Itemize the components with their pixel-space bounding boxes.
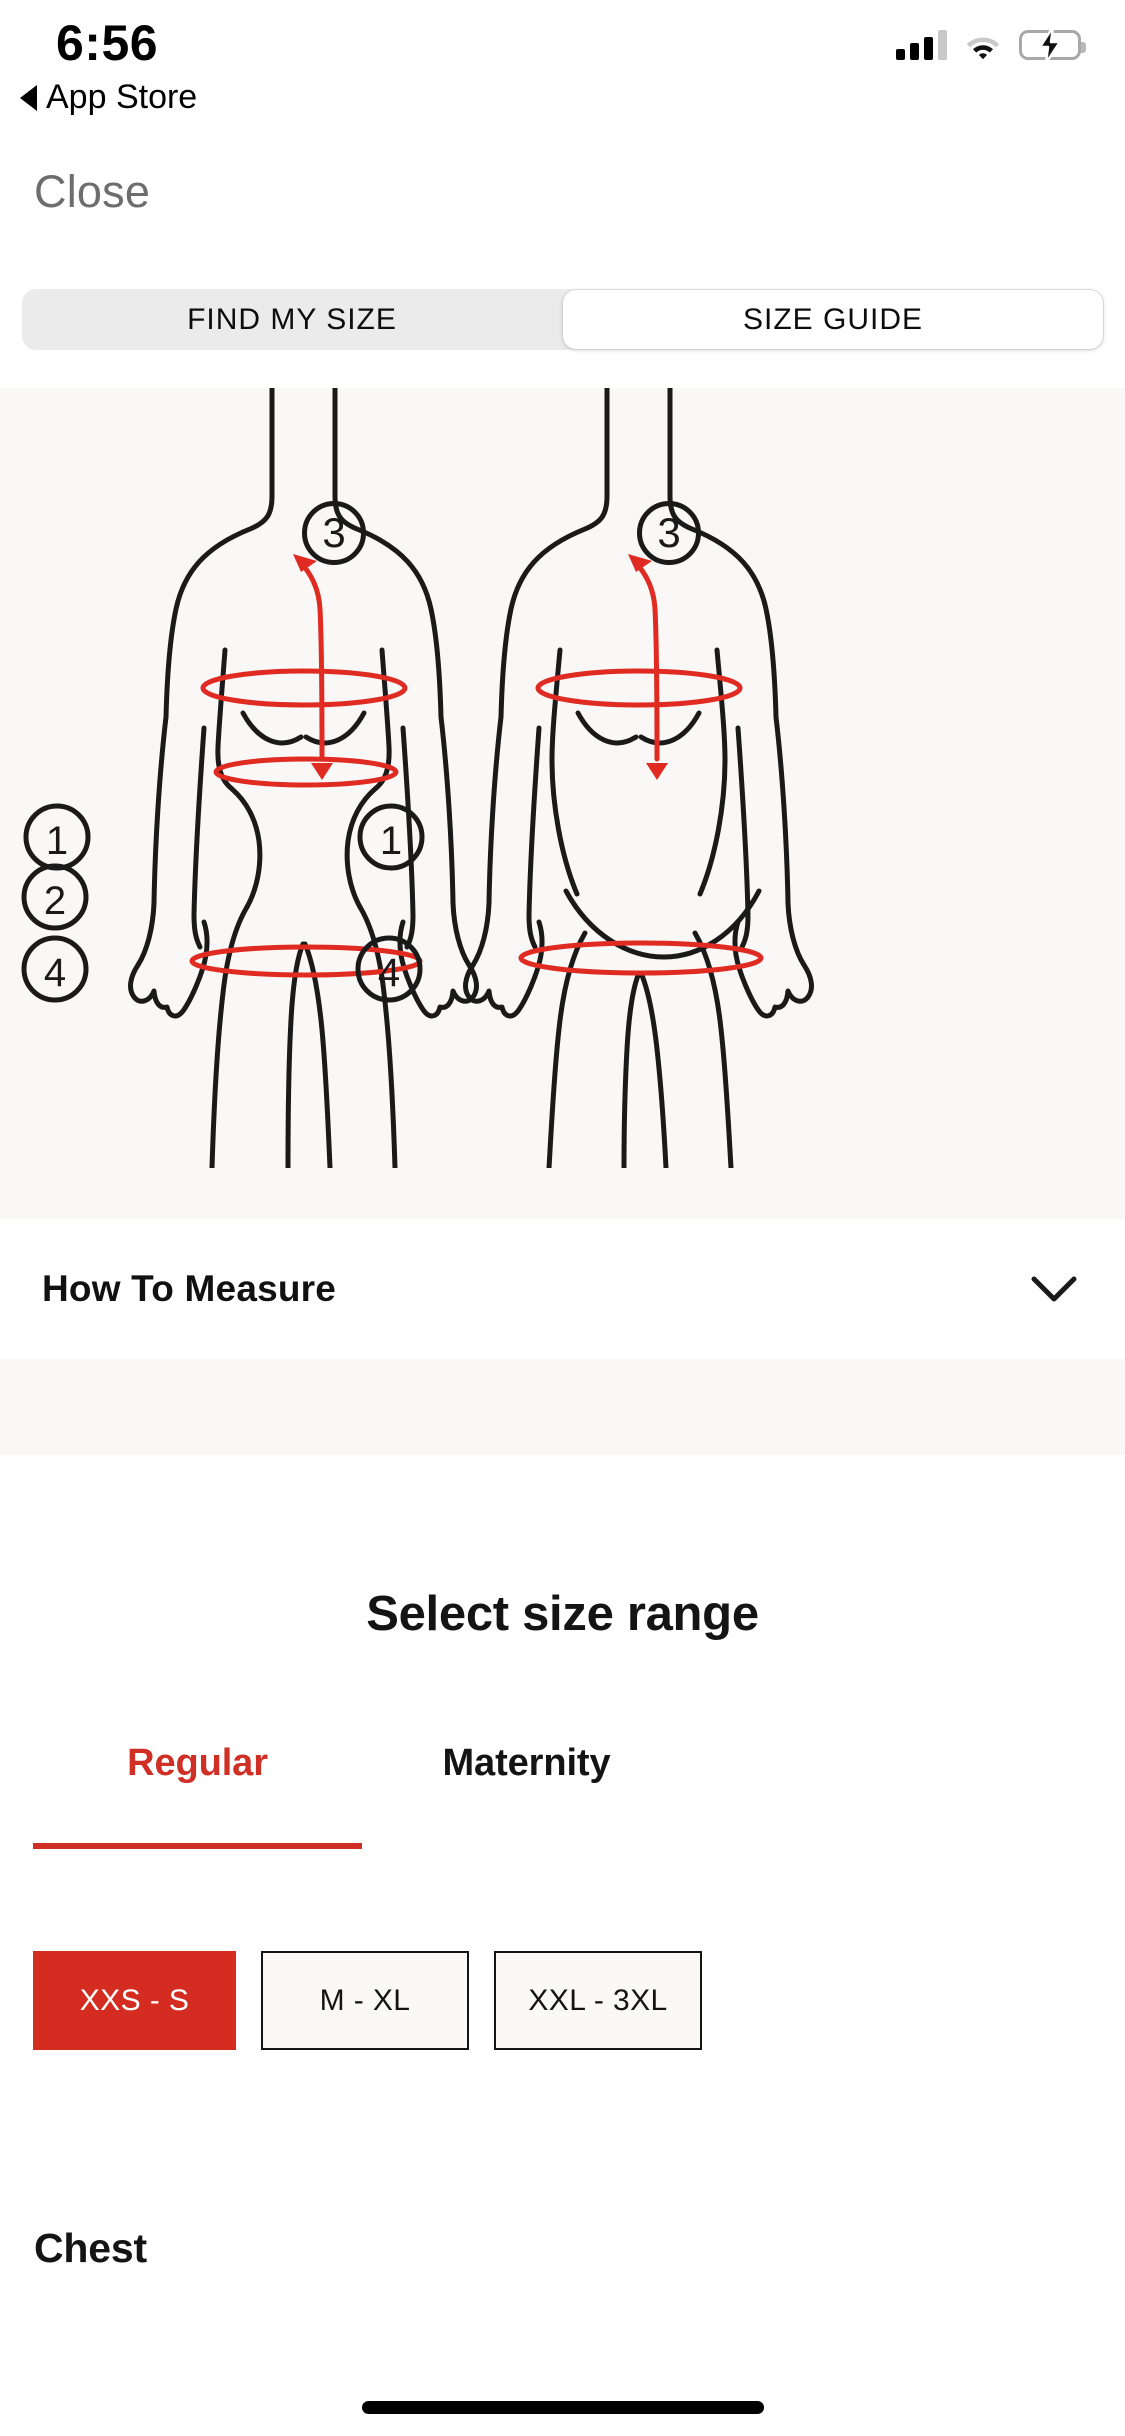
body-measurement-illustration: 1 2 4 1 4 <box>0 388 1125 1168</box>
marker-3-overlay <box>0 388 1125 1168</box>
panel-gap-strip-top <box>0 1168 1125 1219</box>
tab-size-guide[interactable]: SIZE GUIDE <box>563 290 1103 349</box>
tab-find-my-size[interactable]: FIND MY SIZE <box>22 289 562 350</box>
size-range-tabs: Regular Maternity <box>33 1742 1092 1822</box>
battery-charging-icon <box>1019 27 1086 63</box>
size-option-m-xl[interactable]: M - XL <box>261 1951 469 2050</box>
size-option-xxl-3xl[interactable]: XXL - 3XL <box>494 1951 702 2050</box>
wifi-icon <box>964 30 1002 60</box>
chevron-down-icon[interactable] <box>1030 1274 1078 1304</box>
active-tab-underline <box>33 1843 362 1849</box>
mode-segmented-control: FIND MY SIZE SIZE GUIDE <box>22 289 1104 350</box>
cellular-signal-icon <box>896 30 947 60</box>
tab-regular[interactable]: Regular <box>33 1742 362 1822</box>
status-bar: 6:56 App Store <box>0 0 1125 132</box>
size-range-options: XXS - S M - XL XXL - 3XL <box>33 1951 1092 2050</box>
return-to-app-store-button[interactable]: App Store <box>20 78 197 117</box>
marker-3-maternity: 3 <box>637 501 701 565</box>
panel-gap-strip-bottom <box>0 1359 1125 1455</box>
how-to-measure-label: How To Measure <box>42 1268 337 1309</box>
status-bar-time: 6:56 <box>56 15 159 71</box>
home-indicator[interactable] <box>361 2401 764 2414</box>
marker-3-regular: 3 <box>302 501 366 565</box>
size-option-xxs-s[interactable]: XXS - S <box>33 1951 236 2050</box>
select-size-range-title: Select size range <box>366 1587 759 1641</box>
triangle-left-icon <box>20 84 37 111</box>
measurement-heading-chest: Chest <box>34 2225 147 2271</box>
size-guide-screen: 6:56 App Store Close FIND MY SIZE SIZE G… <box>0 0 1125 2436</box>
close-button[interactable]: Close <box>34 166 150 218</box>
return-app-label: App Store <box>46 78 198 116</box>
tab-maternity[interactable]: Maternity <box>362 1742 691 1822</box>
how-to-measure-accordion[interactable]: How To Measure <box>6 1219 1118 1359</box>
status-bar-indicators <box>896 27 1086 63</box>
